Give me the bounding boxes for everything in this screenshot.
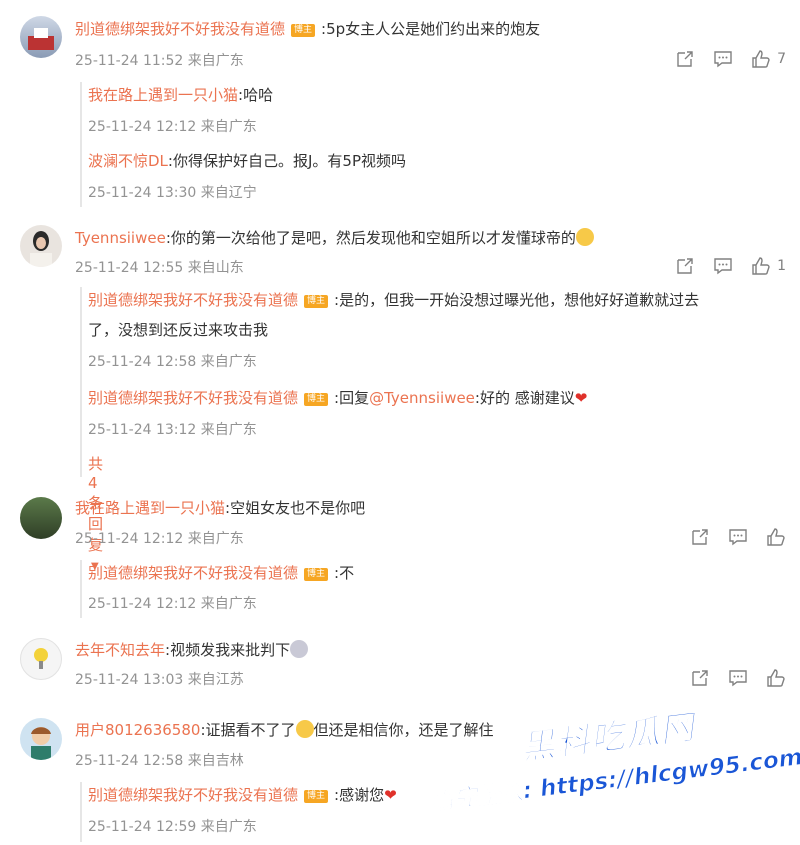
emoji-icon <box>290 640 309 658</box>
comment-icon <box>714 51 732 68</box>
avatar[interactable] <box>20 638 62 680</box>
reply-meta: 25-11-24 13:12 来自广东 <box>88 422 257 438</box>
like-button[interactable]: 7 <box>751 49 786 69</box>
like-button[interactable]: 1 <box>751 256 786 276</box>
reply-text-continued: 了，没想到还反过来攻击我 <box>88 321 269 339</box>
reply-list: 别道德绑架我好不好我没有道德 博主:是的，但我一开始没想过曝光他，想他好好道歉就过… <box>80 287 699 572</box>
reply-text: :不 <box>334 564 355 582</box>
reply-meta: 25-11-24 12:58 来自广东 <box>88 354 257 370</box>
reply-prefix: :回复 <box>334 389 370 407</box>
share-button[interactable] <box>690 527 710 547</box>
thumbs-up-icon <box>767 528 785 546</box>
comment-text-continued: 但还是相信你，还是了解住 <box>313 721 494 739</box>
share-button[interactable] <box>690 668 710 688</box>
comment-line: 别道德绑架我好不好我没有道德 博主 :5p女主人公是她们约出来的炮友 <box>75 18 540 40</box>
thumbs-up-icon <box>767 669 785 687</box>
comment-line: 去年不知去年:视频发我来批判下 <box>75 639 309 661</box>
username[interactable]: 别道德绑架我好不好我没有道德 <box>75 20 285 38</box>
like-count: 1 <box>777 258 786 274</box>
reply-list: 别道德绑架我好不好我没有道德 博主 :不 25-11-24 12:12 来自广东 <box>80 560 354 618</box>
comment-button[interactable] <box>713 49 733 69</box>
thumbs-up-icon <box>752 257 770 275</box>
thumbs-up-icon <box>752 50 770 68</box>
comment-line: Tyennsiiwee:你的第一次给他了是吧，然后发现他和空姐所以才发懂球帝的 <box>75 227 594 249</box>
avatar[interactable] <box>20 718 62 760</box>
author-badge: 博主 <box>304 393 329 406</box>
comment-icon <box>729 670 747 687</box>
comment-button[interactable] <box>728 527 748 547</box>
heart-emoji-icon: ❤ <box>574 389 588 407</box>
share-icon <box>692 529 708 545</box>
comment-actions <box>672 527 786 547</box>
share-button[interactable] <box>675 49 695 69</box>
reply-meta: 25-11-24 13:30 来自辽宁 <box>88 185 257 201</box>
reply-text: :好的 感谢建议 <box>474 389 575 407</box>
comment-actions: 7 <box>657 49 786 69</box>
like-button[interactable] <box>766 527 786 547</box>
username[interactable]: 别道德绑架我好不好我没有道德 <box>88 564 298 582</box>
reply-text: :哈哈 <box>238 86 274 104</box>
comment-meta: 25-11-24 13:03 来自江苏 <box>75 672 244 688</box>
like-button[interactable] <box>766 668 786 688</box>
author-badge: 博主 <box>304 790 329 803</box>
username[interactable]: 去年不知去年 <box>75 641 165 659</box>
reply-meta: 25-11-24 12:59 来自广东 <box>88 819 257 835</box>
username[interactable]: 我在路上遇到一只小猫 <box>75 499 225 517</box>
reply-list: 我在路上遇到一只小猫:哈哈 25-11-24 12:12 来自广东 波澜不惊DL… <box>80 82 406 207</box>
comment-icon <box>714 258 732 275</box>
comment-line: 我在路上遇到一只小猫:空姐女友也不是你吧 <box>75 497 365 519</box>
username[interactable]: 我在路上遇到一只小猫 <box>88 86 238 104</box>
comment-text: :空姐女友也不是你吧 <box>225 499 366 517</box>
crying-emoji-icon <box>295 720 314 738</box>
reply-text: :是的，但我一开始没想过曝光他，想他好好道歉就过去 <box>334 291 700 309</box>
author-badge: 博主 <box>304 568 329 581</box>
comment-actions <box>672 668 786 688</box>
comment-icon <box>729 529 747 546</box>
like-count: 7 <box>777 51 786 67</box>
username[interactable]: 用户8012636580 <box>75 721 200 739</box>
comment-text: :视频发我来批判下 <box>165 641 291 659</box>
share-icon <box>677 258 693 274</box>
share-icon <box>677 51 693 67</box>
comment-meta: 25-11-24 12:12 来自广东 <box>75 531 244 547</box>
avatar[interactable] <box>20 16 62 58</box>
reply-meta: 25-11-24 12:12 来自广东 <box>88 119 257 135</box>
comment-text: :你的第一次给他了是吧，然后发现他和空姐所以才发懂球帝的 <box>165 229 576 247</box>
comment-button[interactable] <box>728 668 748 688</box>
author-badge: 博主 <box>291 24 316 37</box>
comment-actions: 1 <box>657 256 786 276</box>
username[interactable]: 波澜不惊DL <box>88 152 168 170</box>
author-badge: 博主 <box>304 295 329 308</box>
avatar[interactable] <box>20 497 62 539</box>
username[interactable]: 别道德绑架我好不好我没有道德 <box>88 786 298 804</box>
heart-emoji-icon: ❤ <box>384 786 397 804</box>
username[interactable]: 别道德绑架我好不好我没有道德 <box>88 389 298 407</box>
avatar[interactable] <box>20 225 62 267</box>
username[interactable]: Tyennsiiwee <box>75 229 166 247</box>
comment-meta: 25-11-24 12:58 来自吉林 <box>75 753 244 769</box>
comment-text: :5p女主人公是她们约出来的炮友 <box>321 20 541 38</box>
share-button[interactable] <box>675 256 695 276</box>
mention-link[interactable]: @Tyennsiiwee <box>369 389 475 407</box>
comment-meta: 25-11-24 12:55 来自山东 <box>75 260 244 276</box>
comment-text: :证据看不了了 <box>200 721 296 739</box>
comment-line: 用户8012636580:证据看不了了 但还是相信你，还是了解住 <box>75 719 494 741</box>
reply-text: :感谢您 <box>334 786 385 804</box>
comment-button[interactable] <box>713 256 733 276</box>
share-icon <box>692 670 708 686</box>
comment-meta: 25-11-24 11:52 来自广东 <box>75 53 244 69</box>
username[interactable]: 别道德绑架我好不好我没有道德 <box>88 291 298 309</box>
reply-list: 别道德绑架我好不好我没有道德 博主 :感谢您❤ 25-11-24 12:59 来自广… <box>80 782 397 842</box>
smile-emoji-icon <box>575 228 594 246</box>
reply-meta: 25-11-24 12:12 来自广东 <box>88 596 257 612</box>
reply-text: :你得保护好自己。报J。有5P视频吗 <box>167 152 406 170</box>
